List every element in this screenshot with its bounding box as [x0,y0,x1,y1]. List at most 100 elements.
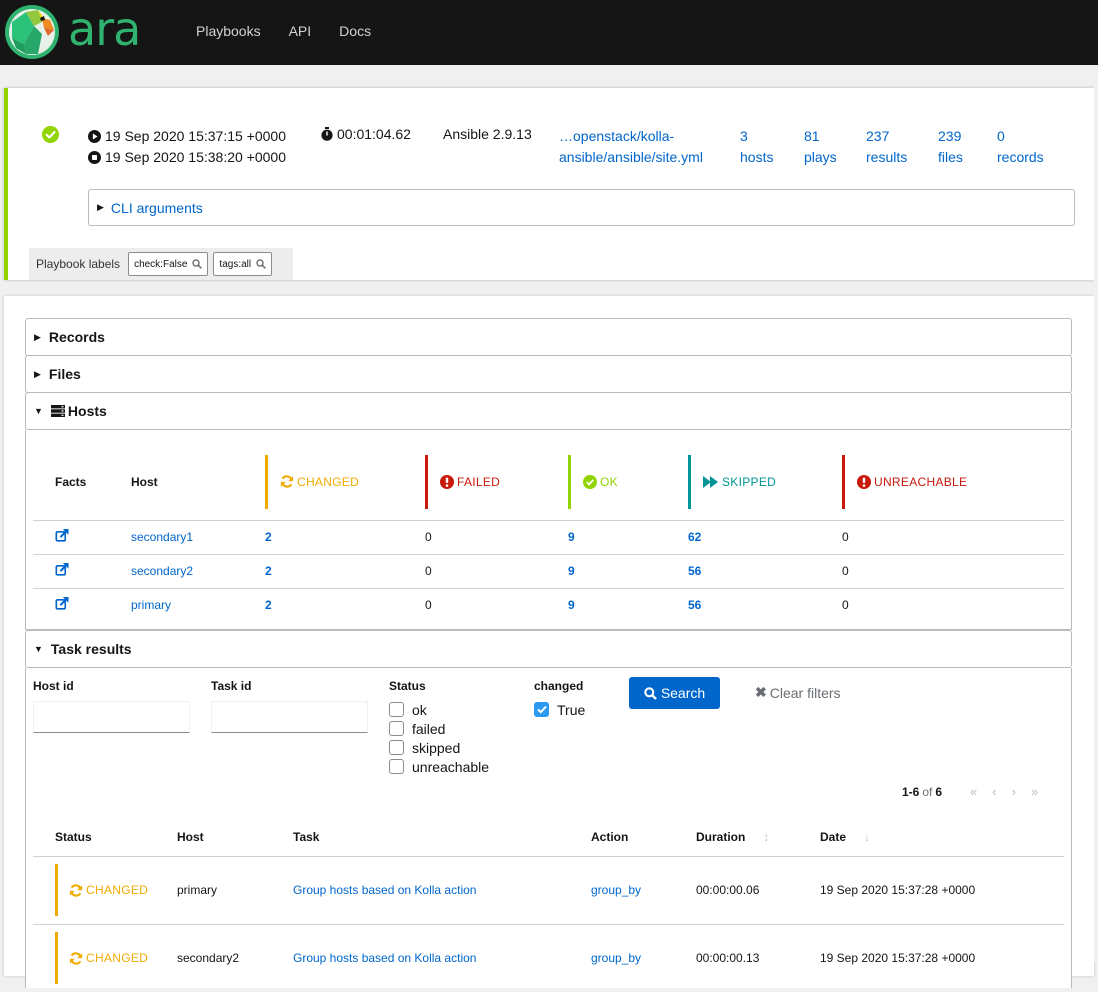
host-facts-link[interactable] [33,563,69,579]
clear-filters-label: Clear filters [769,684,841,701]
status-option-skipped[interactable]: skipped [389,738,489,757]
result-task-link[interactable]: Group hosts based on Kolla action [293,883,476,897]
checkbox-skipped[interactable] [389,740,404,755]
playbook-duration: 00:01:04.62 [321,126,411,142]
checkbox-changed-true[interactable] [534,702,549,717]
nav-links: Playbooks API Docs [196,23,399,39]
failed-count: 0 [425,519,568,554]
files-section-toggle[interactable]: ▶ Files [25,355,1072,393]
label-chip-tags[interactable]: tags:all [213,252,273,276]
host-facts-link[interactable] [33,529,69,545]
col-date-sort[interactable]: Date ↓ [820,818,1064,856]
playbook-path-link[interactable]: …openstack/kolla- ansible/ansible/site.y… [559,126,719,168]
status-option-ok[interactable]: ok [389,700,489,719]
stat-hosts-count: 3 [740,128,748,144]
skipped-count-link[interactable]: 56 [688,598,701,612]
search-button[interactable]: Search [629,677,720,709]
search-icon [256,259,266,269]
checkbox-failed[interactable] [389,721,404,736]
col-duration-sort[interactable]: Duration ↕ [696,818,820,856]
changed-count-link[interactable]: 2 [265,564,272,578]
server-icon [50,405,65,417]
checkbox-ok[interactable] [389,702,404,717]
task-result-row[interactable]: CHANGED primary Group hosts based on Kol… [33,855,1064,924]
status-badge: CHANGED [55,932,177,985]
hosts-section-body: Facts Host CHANGED FAILED OK SKIPPED UNR… [25,430,1072,630]
result-action-link[interactable]: group_by [591,883,641,897]
task-results-header: Status Host Task Action Duration ↕ Date ↓ [33,818,1064,856]
task-results-section-toggle[interactable]: ▼ Task results [25,630,1072,668]
task-results-table: Status Host Task Action Duration ↕ Date ↓ [33,818,1064,992]
nav-api[interactable]: API [289,23,312,39]
pagination: 1-6 of 6 « ‹ › » [902,784,1038,799]
skipped-count-link[interactable]: 56 [688,564,701,578]
col-unreachable-label: UNREACHABLE [874,474,968,489]
host-facts-link[interactable] [33,597,69,613]
checkbox-label: ok [412,701,427,718]
result-task-link[interactable]: Group hosts based on Kolla action [293,951,476,965]
unreachable-count: 0 [842,587,1064,622]
result-action-link[interactable]: group_by [591,951,641,965]
status-label: CHANGED [86,951,149,966]
col-duration-label: Duration [696,829,746,844]
previous-page-icon[interactable]: ‹ [992,784,996,799]
failed-count: 0 [425,587,568,622]
status-option-failed[interactable]: failed [389,719,489,738]
label-chip-check[interactable]: check:False [128,252,209,276]
checkbox-unreachable[interactable] [389,759,404,774]
search-button-label: Search [660,685,706,701]
stat-hosts-link[interactable]: 3 hosts [740,126,773,168]
play-circle-icon [88,130,101,143]
stat-plays-count: 81 [804,128,820,144]
stat-results-link[interactable]: 237 results [866,126,907,168]
exclamation-circle-icon [857,474,871,489]
playbook-end-date: 19 Sep 2020 15:38:20 +0000 [105,149,287,165]
col-ok-label: OK [600,474,618,489]
host-link[interactable]: primary [131,598,171,612]
changed-count-link[interactable]: 2 [265,530,272,544]
stat-files-link[interactable]: 239 files [938,126,963,168]
host-link[interactable]: secondary2 [131,564,193,578]
stat-records-link[interactable]: 0 records [997,126,1044,168]
ara-logo[interactable]: ara [4,4,144,60]
changed-filter-label: changed [534,679,584,693]
stat-results-label: results [866,149,908,165]
nav-docs[interactable]: Docs [339,23,371,39]
playbook-labels-title: Playbook labels [36,257,121,271]
checkmark-icon [536,705,547,714]
col-facts: Facts [55,474,87,489]
changed-option-true[interactable]: True [534,700,585,719]
stat-plays-link[interactable]: 81 plays [804,126,837,168]
checkbox-label: skipped [412,739,461,756]
result-host: primary [177,855,293,924]
first-page-icon[interactable]: « [970,784,977,799]
sync-icon [280,475,294,488]
clear-filters-button[interactable]: ✖ Clear filters [755,684,841,701]
external-link-icon [55,597,69,610]
col-date-label: Date [820,829,847,844]
host-link[interactable]: secondary1 [131,530,193,544]
playbook-details-card: ▶ Records ▶ Files ▼ Hosts Facts Host CHA… [4,296,1094,992]
host-id-input[interactable] [33,701,190,733]
nav-playbooks[interactable]: Playbooks [196,23,261,39]
status-option-unreachable[interactable]: unreachable [389,757,489,776]
records-section-toggle[interactable]: ▶ Records [25,318,1072,356]
ok-count-link[interactable]: 9 [568,530,575,544]
cli-arguments-toggle[interactable]: ▶ CLI arguments [88,189,1075,226]
changed-count-link[interactable]: 2 [265,598,272,612]
caret-down-icon: ▼ [34,644,43,654]
col-host: Host [131,474,158,489]
ok-count-link[interactable]: 9 [568,598,575,612]
task-id-input[interactable] [211,701,368,733]
stat-plays-label: plays [804,149,837,165]
skipped-count-link[interactable]: 62 [688,530,701,544]
pagination-range: 1-6 [902,784,920,799]
exclamation-circle-icon [440,474,454,489]
next-page-icon[interactable]: › [1012,784,1016,799]
hosts-section-toggle[interactable]: ▼ Hosts [25,392,1072,430]
page-scrollbar[interactable] [1094,65,1098,962]
ok-count-link[interactable]: 9 [568,564,575,578]
last-page-icon[interactable]: » [1031,784,1038,799]
task-result-row[interactable]: CHANGED secondary2 Group hosts based on … [33,923,1064,992]
stat-files-count: 239 [938,128,962,144]
